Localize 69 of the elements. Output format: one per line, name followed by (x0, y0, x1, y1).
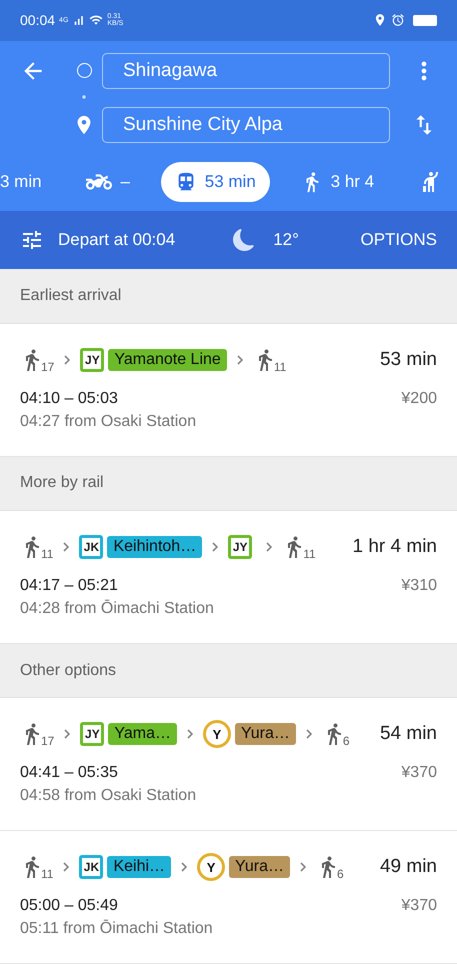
line-name-label: Keihi… (107, 856, 172, 878)
route-fare: ¥370 (401, 897, 437, 916)
line-code-badge: JK (79, 855, 104, 880)
line-name-label: Yama… (108, 723, 177, 746)
travel-mode-tab[interactable]: 3 min (0, 162, 56, 202)
section-header: Earliest arrival (0, 269, 457, 324)
route-times: 04:17 – 05:21 (20, 577, 118, 596)
departure-info: 04:58 from Osaki Station (20, 787, 198, 806)
location-icon (373, 13, 387, 28)
departure-info: 05:11 from Ōimachi Station (20, 920, 214, 938)
route-card[interactable]: 17 JY Yamanote Line 11 53 min 04:10 – 05:03 ¥200 04:27 from Osaki Station (0, 324, 457, 457)
line-name-label: Yura… (234, 723, 296, 746)
route-times: 05:00 – 05:49 (20, 897, 118, 916)
chevron-icon (306, 729, 312, 740)
route-duration: 53 min (380, 348, 437, 371)
chevron-icon (63, 862, 70, 872)
route-fare: ¥200 (401, 390, 437, 408)
line-name-label: Yura… (229, 856, 290, 878)
chevron-icon (300, 862, 306, 872)
options-button[interactable]: OPTIONS (360, 230, 437, 250)
walk-minutes: 17 (41, 734, 54, 748)
temperature: 12° (273, 230, 299, 250)
departure-info: 04:28 from Ōimachi Station (20, 600, 215, 618)
chevron-icon (212, 542, 218, 552)
alarm-icon (391, 13, 405, 28)
line-code-badge: JY (80, 722, 104, 746)
walk-minutes: 11 (274, 360, 286, 374)
travel-mode-tab[interactable]: 53 min (160, 162, 270, 202)
status-time: 00:04 (20, 12, 56, 28)
chevron-icon (64, 354, 70, 365)
chevron-icon (181, 862, 188, 872)
walk-minutes: 6 (342, 734, 350, 748)
route-duration: 54 min (380, 723, 437, 746)
walk-minutes: 11 (41, 867, 54, 882)
route-times: 04:10 – 05:03 (20, 390, 118, 408)
travel-mode-tab[interactable]: 3 hr 4 (286, 162, 388, 202)
wifi-icon (89, 13, 104, 28)
line-code-badge: JY (80, 348, 104, 372)
route-fare: ¥310 (401, 577, 437, 596)
travel-mode-tab[interactable]: – (72, 162, 144, 202)
origin-field[interactable]: Shinagawa (102, 52, 390, 89)
route-fare: ¥370 (401, 764, 437, 782)
chevron-icon (63, 542, 70, 552)
chevron-icon (266, 542, 272, 552)
route-duration: 1 hr 4 min (352, 536, 437, 558)
moon-icon (233, 229, 256, 252)
route-times: 04:41 – 05:35 (20, 764, 118, 782)
line-code-badge: Y (197, 853, 226, 882)
section-header: Other options (0, 644, 457, 698)
destination-field[interactable]: Sunshine City Alpa (102, 106, 390, 143)
chevron-icon (236, 354, 243, 365)
line-name-label: Yamanote Line (108, 348, 227, 371)
walk-minutes: 11 (41, 547, 54, 562)
departure-info: 04:27 from Osaki Station (20, 412, 198, 431)
line-code-badge: Y (202, 720, 231, 748)
battery-icon (413, 14, 437, 26)
line-code-badge: JY (228, 535, 252, 560)
signal-icon (72, 14, 86, 27)
walk-minutes: 11 (303, 547, 316, 562)
line-code-badge: JK (79, 535, 104, 560)
chevron-icon (186, 729, 193, 740)
walk-minutes: 17 (41, 360, 54, 374)
walk-minutes: 6 (336, 867, 344, 882)
line-name-label: Keihintoh… (107, 536, 202, 558)
chevron-icon (64, 729, 70, 740)
route-duration: 49 min (380, 856, 437, 878)
section-header: More by rail (0, 456, 457, 512)
origin-circle-icon (76, 63, 92, 78)
depart-time-button[interactable]: Depart at 00:04 (20, 228, 176, 252)
